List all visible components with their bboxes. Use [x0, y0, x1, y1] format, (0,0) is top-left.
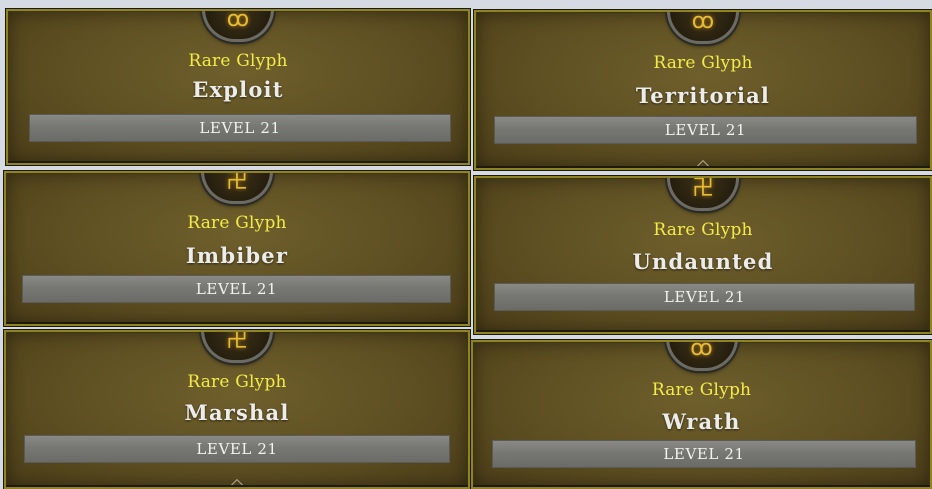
glyph-rarity: Rare Glyph — [653, 53, 753, 73]
glyph-name: Marshal — [184, 400, 290, 425]
glyph-rarity: Rare Glyph — [187, 372, 287, 392]
glyph-card-undaunted[interactable]: 卍 Rare Glyph Undaunted LEVEL 21 — [474, 176, 932, 334]
glyph-level: LEVEL 21 — [196, 440, 278, 458]
glyph-level: LEVEL 21 — [664, 121, 747, 139]
divider-diamond-icon — [695, 159, 711, 168]
glyph-level-bar: LEVEL 21 — [494, 116, 917, 144]
glyph-emblem: ꝏ — [665, 340, 738, 371]
glyph-level-bar: LEVEL 21 — [24, 435, 450, 463]
glyph-rune-icon: 卍 — [691, 176, 715, 201]
glyph-level: LEVEL 21 — [199, 119, 281, 137]
glyph-name: Territorial — [635, 83, 771, 108]
glyph-level: LEVEL 21 — [663, 445, 745, 463]
glyph-card-marshal[interactable]: 卍 Rare Glyph Marshal LEVEL 21 — [4, 330, 470, 489]
card-divider — [26, 478, 448, 487]
glyph-name: Exploit — [192, 77, 284, 102]
glyph-emblem: ꝏ — [667, 10, 739, 44]
glyph-level-bar: LEVEL 21 — [494, 283, 915, 311]
glyph-level: LEVEL 21 — [195, 280, 278, 298]
glyph-rune-icon: ꝏ — [691, 10, 715, 34]
glyph-rarity: Rare Glyph — [651, 380, 752, 400]
glyph-level-bar: LEVEL 21 — [29, 114, 451, 142]
glyph-card-territorial[interactable]: ꝏ Rare Glyph Territorial LEVEL 21 — [474, 10, 932, 170]
glyph-rarity: Rare Glyph — [187, 213, 287, 233]
glyph-card-imbiber[interactable]: 卍 Rare Glyph Imbiber LEVEL 21 — [4, 171, 470, 326]
glyph-list: ꝏ Rare Glyph Exploit LEVEL 21 ꝏ Rare Gly… — [0, 0, 932, 489]
glyph-card-exploit[interactable]: ꝏ Rare Glyph Exploit LEVEL 21 — [6, 9, 470, 165]
glyph-rarity: Rare Glyph — [188, 51, 288, 71]
glyph-emblem: 卍 — [667, 176, 739, 211]
glyph-rune-icon: ꝏ — [690, 340, 713, 361]
divider-diamond-icon — [229, 478, 245, 487]
glyph-rune-icon: ꝏ — [226, 9, 250, 32]
glyph-level-bar: LEVEL 21 — [492, 440, 916, 468]
card-divider — [496, 159, 910, 168]
glyph-rune-icon: 卍 — [225, 330, 249, 353]
glyph-rarity: Rare Glyph — [653, 220, 753, 240]
glyph-name: Undaunted — [632, 249, 774, 274]
glyph-rune-icon: 卍 — [225, 171, 249, 194]
glyph-level-bar: LEVEL 21 — [22, 275, 451, 303]
glyph-card-wrath[interactable]: ꝏ Rare Glyph Wrath LEVEL 21 — [471, 340, 932, 489]
glyph-emblem: 卍 — [201, 330, 273, 363]
glyph-name: Imbiber — [185, 243, 289, 268]
glyph-name: Wrath — [662, 409, 741, 434]
glyph-emblem: ꝏ — [202, 9, 274, 42]
glyph-level: LEVEL 21 — [663, 288, 746, 306]
glyph-emblem: 卍 — [201, 171, 273, 204]
